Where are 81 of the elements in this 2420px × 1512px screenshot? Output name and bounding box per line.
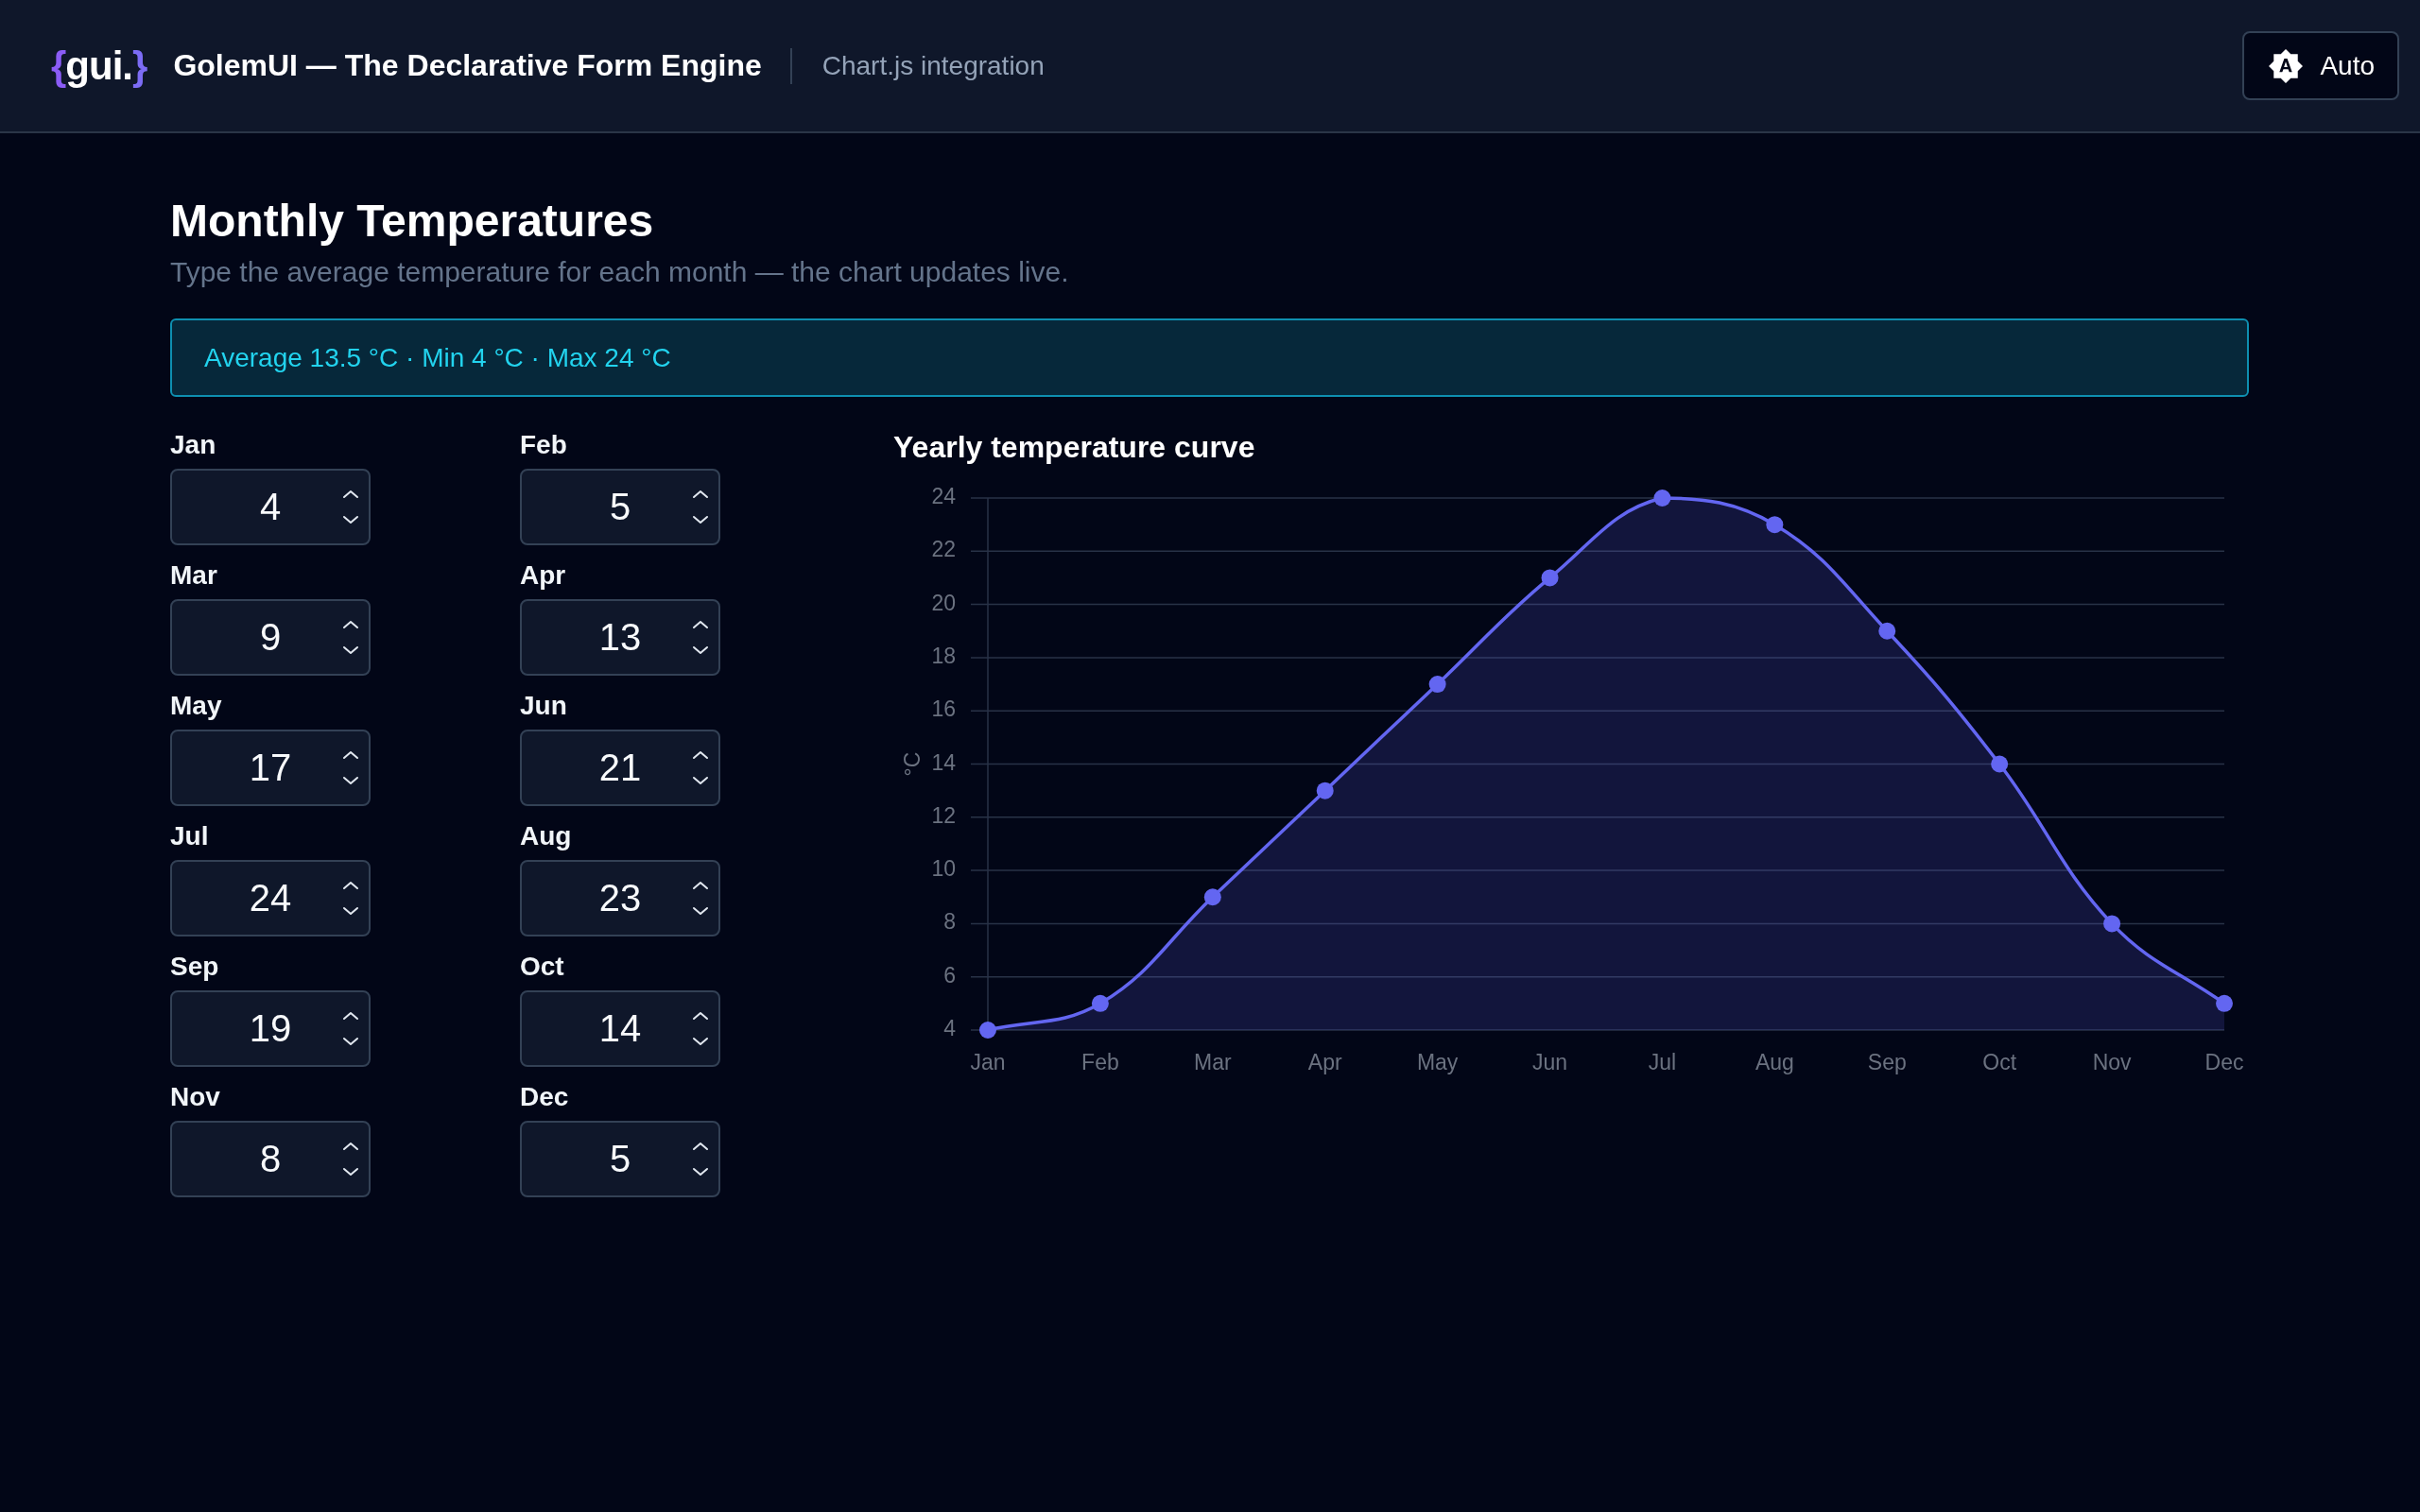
- spinner-icon[interactable]: [692, 749, 709, 786]
- y-tick-label: 22: [931, 537, 956, 562]
- y-tick-label: 18: [931, 644, 956, 668]
- brightness-auto-icon: [2269, 48, 2304, 83]
- x-tick-label: Sep: [1867, 1050, 1907, 1075]
- field-label: Jan: [170, 429, 216, 461]
- chart-title: Yearly temperature curve: [893, 429, 1255, 465]
- y-tick-label: 24: [931, 484, 956, 509]
- spinner-icon[interactable]: [342, 1141, 359, 1177]
- data-point: [1316, 782, 1334, 799]
- number-input[interactable]: 8: [170, 1121, 371, 1197]
- data-point: [1428, 676, 1446, 694]
- number-input[interactable]: 9: [170, 599, 371, 676]
- data-point: [1991, 755, 2009, 773]
- x-tick-label: Jun: [1532, 1050, 1568, 1075]
- field-label: Oct: [520, 951, 564, 983]
- summary-alert: Average 13.5 °C · Min 4 °C · Max 24 °C: [170, 318, 2249, 397]
- header-subtitle: Chart.js integration: [821, 50, 1045, 81]
- spinner-icon[interactable]: [342, 749, 359, 786]
- field-label: Feb: [520, 429, 567, 461]
- field-label: Nov: [170, 1081, 220, 1113]
- field-label: Dec: [520, 1081, 569, 1113]
- data-point: [1541, 569, 1559, 587]
- number-input[interactable]: 24: [170, 860, 371, 936]
- x-tick-label: Aug: [1754, 1050, 1794, 1075]
- x-tick-label: Apr: [1307, 1050, 1342, 1075]
- x-tick-label: Oct: [1982, 1050, 2017, 1075]
- page-description: Type the average temperature for each month — the chart updates live.: [170, 255, 1070, 289]
- number-input[interactable]: 14: [520, 990, 720, 1067]
- field-label: Apr: [520, 559, 566, 592]
- number-input[interactable]: 21: [520, 730, 720, 806]
- x-tick-label: May: [1416, 1050, 1459, 1075]
- field-label: Sep: [170, 951, 219, 983]
- field-label: Mar: [170, 559, 217, 592]
- spinner-icon[interactable]: [692, 880, 709, 917]
- field-label: Jul: [170, 820, 209, 852]
- data-point: [2216, 994, 2233, 1012]
- field-label: Jun: [520, 690, 567, 722]
- spinner-icon[interactable]: [342, 489, 359, 525]
- y-tick-label: 4: [943, 1016, 956, 1041]
- spinner-icon[interactable]: [692, 1010, 709, 1047]
- number-input[interactable]: 17: [170, 730, 371, 806]
- data-point: [1091, 994, 1109, 1012]
- data-point: [1878, 622, 1896, 640]
- x-tick-label: Jul: [1648, 1050, 1677, 1075]
- x-tick-label: Dec: [2204, 1050, 2244, 1075]
- field-label: May: [170, 690, 222, 722]
- field-label: Aug: [520, 820, 572, 852]
- spinner-icon[interactable]: [342, 619, 359, 656]
- x-tick-label: Jan: [970, 1050, 1006, 1075]
- number-input[interactable]: 4: [170, 469, 371, 545]
- spinner-icon[interactable]: [692, 489, 709, 525]
- number-input[interactable]: 23: [520, 860, 720, 936]
- number-input[interactable]: 19: [170, 990, 371, 1067]
- x-tick-label: Nov: [2092, 1050, 2132, 1075]
- y-tick-label: 14: [931, 749, 956, 775]
- spinner-icon[interactable]: [342, 880, 359, 917]
- spinner-icon[interactable]: [692, 1141, 709, 1177]
- y-tick-label: 10: [931, 856, 956, 882]
- data-point: [1203, 888, 1221, 906]
- y-tick-label: 16: [931, 696, 956, 722]
- number-input[interactable]: 5: [520, 1121, 720, 1197]
- y-tick-label: 6: [943, 962, 956, 988]
- logo: {gui.}: [51, 43, 147, 89]
- app-title: GolemUI — The Declarative Form Engine: [173, 48, 762, 83]
- y-axis-title: °C: [900, 751, 925, 777]
- theme-button[interactable]: Auto: [2242, 31, 2399, 100]
- x-tick-label: Feb: [1081, 1050, 1119, 1075]
- spinner-icon[interactable]: [692, 619, 709, 656]
- data-point: [2103, 915, 2121, 933]
- page-title: Monthly Temperatures: [170, 195, 655, 248]
- data-point: [1653, 490, 1671, 507]
- number-input[interactable]: 5: [520, 469, 720, 545]
- number-input[interactable]: 13: [520, 599, 720, 676]
- y-tick-label: 20: [931, 590, 956, 615]
- data-point: [1766, 516, 1784, 534]
- spinner-icon[interactable]: [342, 1010, 359, 1047]
- x-tick-label: Mar: [1194, 1050, 1232, 1075]
- y-tick-label: 8: [943, 909, 956, 935]
- data-point: [979, 1022, 996, 1039]
- y-tick-label: 12: [931, 802, 956, 828]
